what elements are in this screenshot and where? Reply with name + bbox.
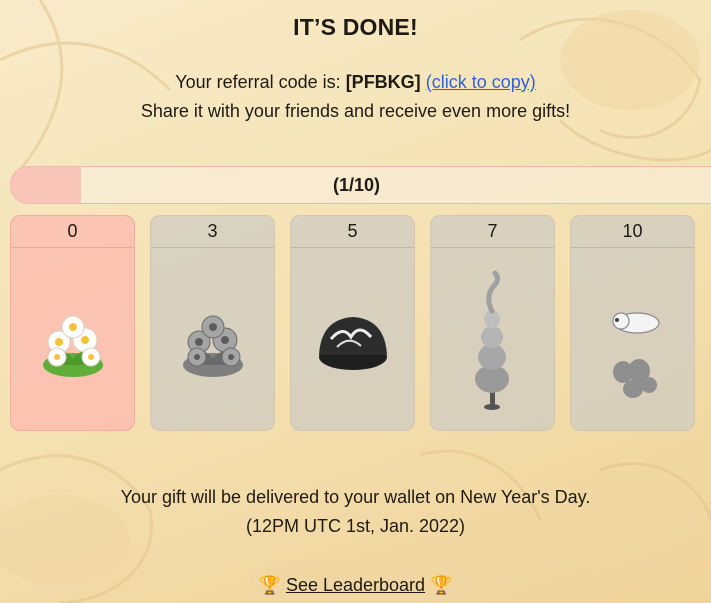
referral-code: [PFBKG]	[345, 72, 421, 92]
tier-threshold: 5	[291, 216, 414, 248]
sheep-and-stones-icon	[571, 247, 694, 430]
page-title: IT’S DONE!	[293, 14, 418, 40]
reward-tier-10: 10	[570, 215, 695, 431]
tier-threshold: 10	[571, 216, 694, 248]
trophy-icon: 🏆	[430, 575, 453, 595]
tier-threshold: 0	[11, 216, 134, 248]
referral-line: Your referral code is: [PFBKG] (click to…	[0, 72, 711, 93]
leaderboard-row: 🏆 See Leaderboard 🏆	[0, 575, 711, 596]
referral-progress-bar: (1/10)	[10, 166, 711, 204]
share-text: Share it with your friends and receive e…	[140, 101, 571, 121]
delivery-date: (12PM UTC 1st, Jan. 2022)	[245, 516, 466, 536]
reward-tier-0: 0	[10, 215, 135, 431]
chocolate-truffle-icon	[291, 247, 414, 430]
progress-label: (1/10)	[332, 175, 381, 195]
reward-tier-7: 7	[430, 215, 555, 431]
swirl-tree-icon	[431, 247, 554, 430]
grey-flower-bouquet-icon	[151, 247, 274, 430]
reward-tier-5: 5	[290, 215, 415, 431]
see-leaderboard-link[interactable]: See Leaderboard	[286, 575, 425, 595]
reward-tier-3: 3	[150, 215, 275, 431]
copy-code-link[interactable]: (click to copy)	[426, 72, 536, 92]
trophy-icon: 🏆	[258, 575, 281, 595]
delivery-text: Your gift will be delivered to your wall…	[120, 487, 591, 507]
tier-threshold: 7	[431, 216, 554, 248]
tier-threshold: 3	[151, 216, 274, 248]
white-flower-bouquet-icon	[11, 247, 134, 430]
referral-prefix: Your referral code is:	[175, 72, 341, 92]
